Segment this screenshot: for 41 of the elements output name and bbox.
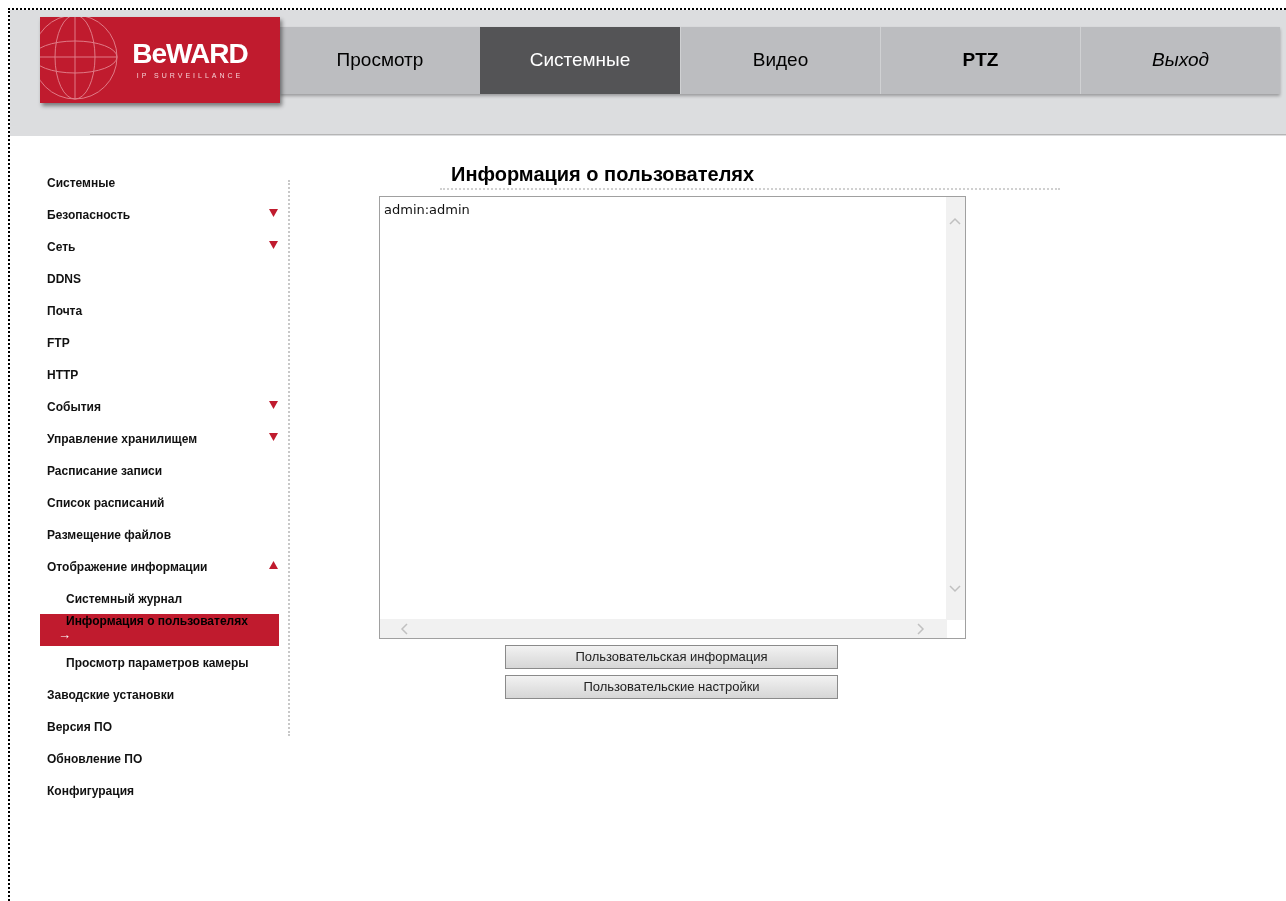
menu-item[interactable]: Сеть [40, 230, 279, 262]
nav-tab[interactable]: Системные [480, 27, 680, 94]
menu-item[interactable]: События [40, 390, 279, 422]
expand-arrow-icon[interactable] [269, 209, 278, 217]
menu-item[interactable]: Версия ПО [40, 710, 279, 742]
scroll-left-icon[interactable] [400, 623, 408, 635]
submenu-item[interactable]: Системный журнал [40, 582, 279, 614]
menu-item[interactable]: Обновление ПО [40, 742, 279, 774]
menu-item[interactable]: FTP [40, 326, 279, 358]
collapse-arrow-icon[interactable] [269, 561, 278, 569]
expand-arrow-icon[interactable] [269, 401, 278, 409]
menu-item[interactable]: HTTP [40, 358, 279, 390]
menu-item[interactable]: Конфигурация [40, 774, 279, 806]
nav-tab[interactable]: Видео [680, 27, 880, 94]
page-title: Информация о пользователях [451, 162, 756, 186]
scroll-down-icon[interactable] [949, 585, 961, 593]
scroll-up-icon[interactable] [949, 217, 961, 225]
menu-item[interactable]: Отображение информации [40, 550, 279, 582]
expand-arrow-icon[interactable] [269, 241, 278, 249]
menu-item[interactable]: DDNS [40, 262, 279, 294]
submenu-item[interactable]: Просмотр параметров камеры [40, 646, 279, 678]
expand-arrow-icon[interactable] [269, 433, 278, 441]
scroll-right-icon[interactable] [917, 623, 925, 635]
arrow-marker: → [58, 628, 71, 642]
menu-item[interactable]: Системные [40, 166, 279, 198]
menu-item[interactable]: Управление хранилищем [40, 422, 279, 454]
menu-item[interactable]: Размещение файлов [40, 518, 279, 550]
horizontal-scrollbar[interactable] [380, 619, 947, 638]
nav-tab[interactable]: PTZ [880, 27, 1080, 94]
menu-item[interactable]: Заводские установки [40, 678, 279, 710]
menu-item[interactable]: Расписание записи [40, 454, 279, 486]
vertical-scrollbar[interactable] [946, 197, 965, 620]
action-button[interactable]: Пользовательские настройки [505, 675, 838, 699]
logo-wordmark: BeWARD [132, 38, 248, 69]
nav-tab[interactable]: Выход [1080, 27, 1280, 94]
nav-tab[interactable]: Просмотр [280, 27, 480, 94]
menu-item[interactable]: Список расписаний [40, 486, 279, 518]
menu-item[interactable]: Безопасность [40, 198, 279, 230]
action-button[interactable]: Пользовательская информация [505, 645, 838, 669]
submenu-item[interactable]: Информация о пользователях → [40, 614, 279, 646]
menu-item[interactable]: Почта [40, 294, 279, 326]
